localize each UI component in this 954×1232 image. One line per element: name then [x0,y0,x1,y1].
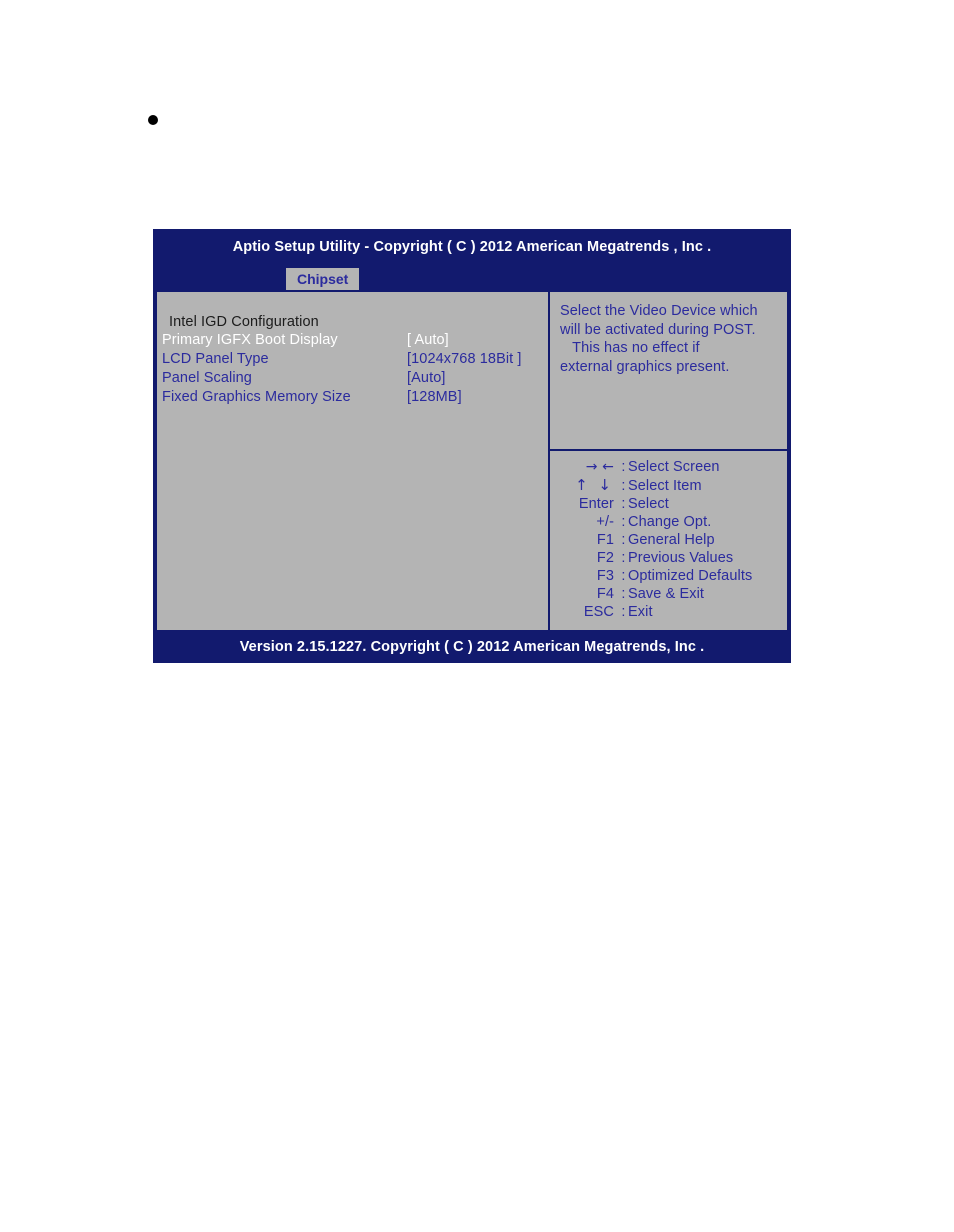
legend-separator: : [621,496,626,512]
keyboard-legend-list: → ←: Select Screen ↑ ↓: Select Item Enter: Se… [558,458,781,621]
legend-row: → ←: Select Screen [558,458,781,476]
legend-separator: : [621,478,626,494]
bios-title: Aptio Setup Utility - Copyright ( C ) 20… [232,239,712,255]
legend-key: F1 [596,532,614,548]
setting-row[interactable]: Fixed Graphics Memory Size [128MB] [157,388,548,407]
legend-separator: : [621,568,626,584]
legend-row: ESC: Exit [558,603,781,621]
arrow-up-down-icon: ↑ ↓ [575,476,614,494]
legend-row: F1: General Help [558,531,781,549]
setting-label: Fixed Graphics Memory Size [162,389,351,405]
legend-label: Exit [628,604,653,620]
legend-row: Enter: Select [558,495,781,513]
legend-key: ESC [583,604,614,620]
legend-separator: : [621,604,626,620]
setting-label: Panel Scaling [162,370,252,386]
legend-separator: : [621,514,626,530]
legend-label: Previous Values [628,550,734,566]
arrow-left-right-icon: → ← [585,459,614,475]
legend-label: Select [628,496,669,512]
tab-chipset[interactable]: Chipset [286,268,360,290]
setting-value[interactable]: [1024x768 18Bit ] [407,350,548,369]
bios-header: Aptio Setup Utility - Copyright ( C ) 20… [153,229,791,290]
keyboard-legend-panel: → ←: Select Screen ↑ ↓: Select Item Enter: Se… [549,450,789,632]
help-text-line: This has no effect if [560,340,700,356]
legend-label: Select Screen [628,459,720,475]
setting-label: LCD Panel Type [162,351,269,367]
bios-footer: Version 2.15.1227. Copyright ( C ) 2012 … [153,632,791,663]
legend-label: Select Item [628,478,702,494]
legend-row: F4: Save & Exit [558,585,781,603]
help-text-line: will be activated during POST. [560,321,756,338]
setting-value[interactable]: [ Auto] [407,331,548,350]
legend-separator: : [621,550,626,566]
setting-value[interactable]: [128MB] [407,388,548,407]
document-bullet [148,115,158,125]
legend-row: F2: Previous Values [558,549,781,567]
legend-label: Save & Exit [628,586,705,602]
legend-separator: : [621,532,626,548]
settings-pane: Intel IGD Configuration Primary IGFX Boo… [155,290,549,632]
legend-label: Optimized Defaults [628,568,753,584]
setting-row[interactable]: Panel Scaling [Auto] [157,369,548,388]
bios-body: Intel IGD Configuration Primary IGFX Boo… [155,290,789,632]
legend-key: Enter [578,496,614,512]
section-heading-intel-igd-configuration: Intel IGD Configuration [169,314,319,330]
legend-separator: : [621,586,626,602]
setting-value[interactable]: [Auto] [407,369,548,388]
legend-separator: : [621,459,626,475]
bios-tab-strip: Chipset [153,268,791,290]
legend-row: +/-: Change Opt. [558,513,781,531]
legend-label: General Help [628,532,715,548]
settings-list: Primary IGFX Boot Display[ Auto] LCD Pane… [157,331,548,407]
setting-row[interactable]: Primary IGFX Boot Display [ Auto] [157,331,548,350]
setting-row[interactable]: LCD Panel Type [1024x768 18Bit ] [157,350,548,369]
legend-key: F2 [596,550,614,566]
bios-setup-window: Aptio Setup Utility - Copyright ( C ) 20… [153,229,791,663]
legend-label: Change Opt. [628,514,712,530]
legend-key: F3 [596,568,614,584]
legend-row: F3: Optimized Defaults [558,567,781,585]
setting-label: Primary IGFX Boot Display [162,332,338,348]
legend-key: F4 [596,586,614,602]
help-text: Select the Video Device which will be act… [560,302,779,376]
legend-row: ↑ ↓: Select Item [558,476,781,495]
help-text-line: external graphics present. [560,358,730,375]
help-text-line: Select the Video Device which [560,303,758,319]
legend-key: +/- [596,514,614,530]
right-column: Select the Video Device which will be act… [549,290,789,632]
help-panel: Select the Video Device which will be act… [549,290,789,450]
